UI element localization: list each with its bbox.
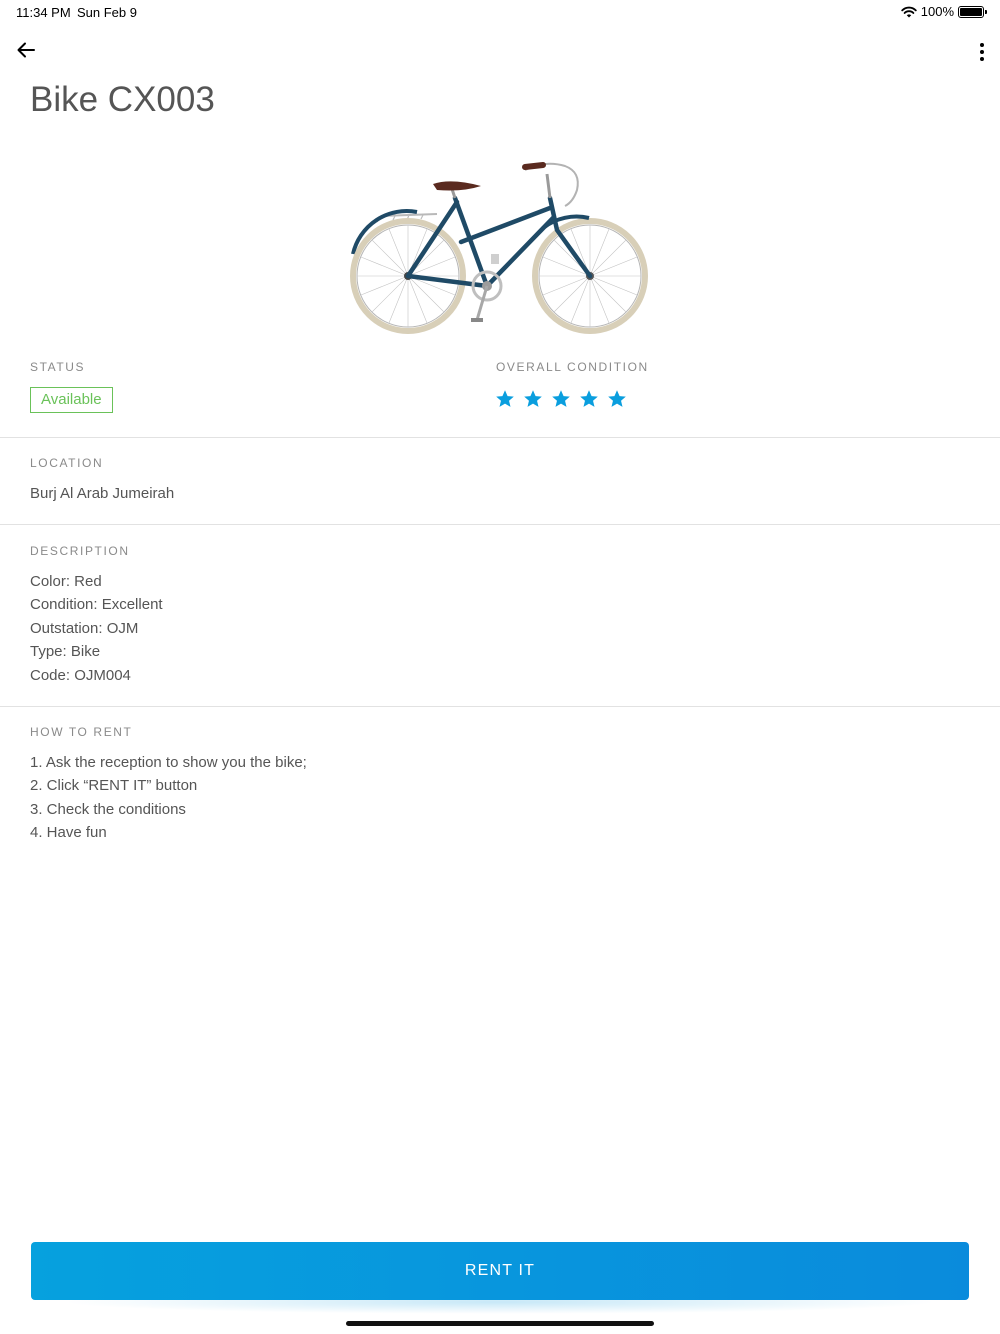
battery-icon — [958, 5, 987, 18]
page-title: Bike CX003 — [30, 80, 215, 119]
description-line: Type: Bike — [30, 643, 101, 661]
status-indicators: 100% — [901, 4, 987, 19]
description-list: Color: Red Condition: Excellent Outstati… — [30, 570, 163, 687]
description-line: Outstation: OJM — [30, 619, 139, 637]
star-icon — [496, 390, 514, 407]
description-line: Condition: Excellent — [30, 596, 163, 614]
status-badge: Available — [30, 387, 113, 413]
how-to-rent-label: HOW TO RENT — [30, 725, 133, 739]
bicycle-image — [350, 162, 648, 334]
divider — [0, 524, 1000, 525]
overall-condition-label: OVERALL CONDITION — [496, 360, 649, 374]
home-indicator[interactable] — [346, 1321, 654, 1326]
status-label: STATUS — [30, 360, 86, 374]
status-time: 11:34 PM — [16, 5, 71, 20]
description-line: Color: Red — [30, 573, 102, 590]
status-bar: 11:34 PM Sun Feb 9 100% — [0, 0, 1000, 26]
description-line: Code: OJM004 — [30, 666, 131, 684]
location-value: Burj Al Arab Jumeirah — [30, 485, 175, 502]
more-options-button[interactable] — [972, 38, 992, 66]
location-label: LOCATION — [30, 456, 104, 470]
how-to-rent-step: 3. Check the conditions — [30, 800, 186, 818]
description-label: DESCRIPTION — [30, 544, 130, 558]
status-date: Sun Feb 9 — [77, 5, 137, 20]
how-to-rent-step: 2. Click “RENT IT” button — [30, 777, 198, 795]
star-icon — [552, 390, 570, 407]
star-icon — [608, 390, 626, 407]
condition-rating — [494, 388, 628, 410]
how-to-rent-steps: 1. Ask the reception to show you the bik… — [30, 751, 307, 845]
divider — [0, 706, 1000, 707]
how-to-rent-step: 4. Have fun — [30, 824, 107, 842]
how-to-rent-step: 1. Ask the reception to show you the bik… — [30, 754, 307, 771]
rent-it-button[interactable]: RENT IT — [31, 1242, 969, 1300]
battery-percent: 100% — [920, 4, 954, 19]
star-icon — [580, 390, 598, 407]
wifi-icon — [901, 6, 917, 17]
more-vertical-icon — [980, 43, 984, 47]
arrow-left-icon — [17, 42, 35, 58]
star-icon — [524, 390, 542, 407]
divider — [0, 437, 1000, 438]
back-button[interactable] — [12, 36, 40, 64]
